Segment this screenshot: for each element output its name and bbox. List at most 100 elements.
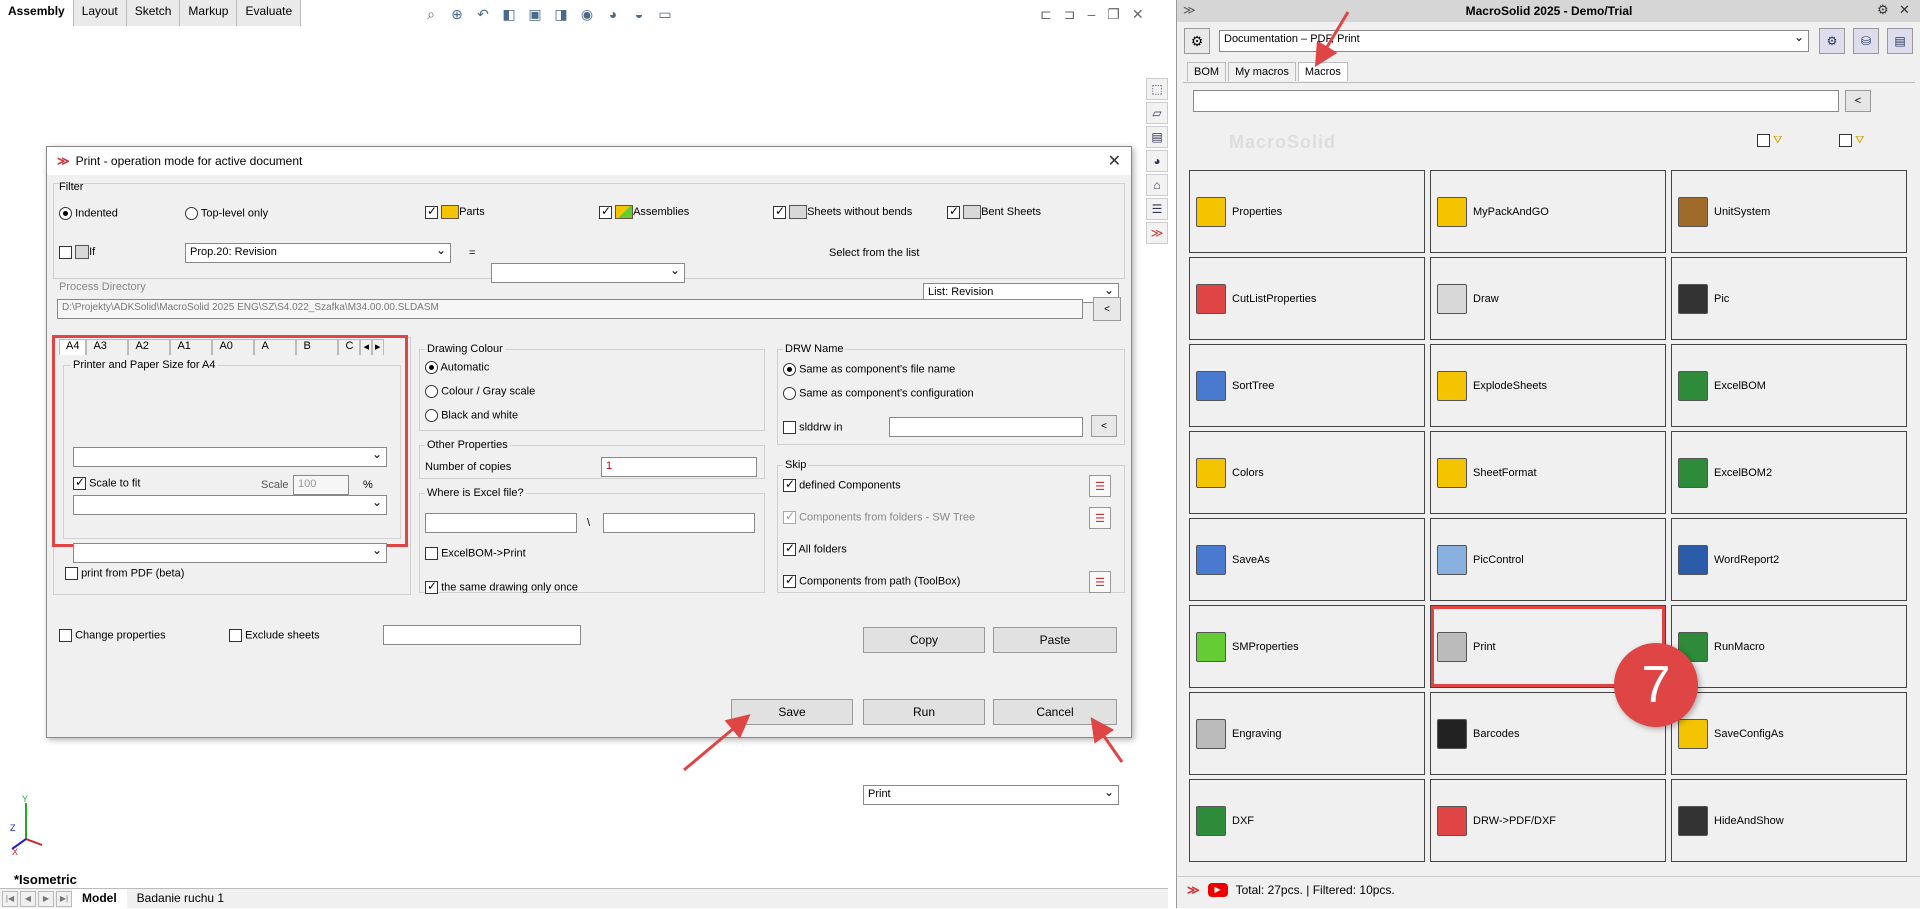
youtube-icon[interactable]: ▶ xyxy=(1207,882,1228,897)
tab-bom[interactable]: BOM xyxy=(1187,62,1227,81)
process-directory-back-button[interactable]: < xyxy=(1093,297,1121,321)
excel-file-field[interactable] xyxy=(603,513,755,533)
clipboard-icon[interactable]: ▤ xyxy=(1887,28,1913,54)
tab-a1[interactable]: A1 xyxy=(170,339,213,355)
exclude-sheets-field[interactable] xyxy=(383,625,581,645)
resources-icon[interactable]: ⬚ xyxy=(1146,78,1168,100)
excel-folder-field[interactable] xyxy=(425,513,577,533)
file-explorer-icon[interactable]: ▤ xyxy=(1146,126,1168,148)
copy-button[interactable]: Copy xyxy=(863,627,985,653)
macro-category-combo[interactable]: Documentation – PDF, Print xyxy=(1219,30,1809,52)
hide-show-icon[interactable]: ◉ xyxy=(576,4,598,24)
section-view-icon[interactable]: ◧ xyxy=(498,4,520,24)
skip-defined-list-icon[interactable]: ☰ xyxy=(1089,475,1111,497)
macro-tile-unitsystem[interactable]: UnitSystem xyxy=(1671,170,1907,253)
database-icon[interactable]: ⛁ xyxy=(1853,28,1879,54)
colour-gray-radio[interactable]: Colour / Gray scale xyxy=(425,385,535,398)
change-properties-checkbox[interactable]: Change properties xyxy=(59,629,166,642)
settings-gear-button[interactable]: ⚙ xyxy=(1184,28,1210,54)
tab-layout[interactable]: Layout xyxy=(73,0,127,26)
nav-next-icon[interactable]: ▶ xyxy=(38,890,54,907)
scene-icon[interactable]: ◒ xyxy=(628,4,650,24)
pane-right-icon[interactable]: ⊐ xyxy=(1064,6,1076,23)
minimize-icon[interactable]: – xyxy=(1087,6,1095,23)
macro-tile-engraving[interactable]: Engraving xyxy=(1189,692,1425,775)
filter-check-2[interactable]: ⛛ xyxy=(1839,134,1864,147)
collapse-panel-icon[interactable]: ≫ xyxy=(1183,3,1196,17)
configurations-icon[interactable]: ⚙ xyxy=(1819,28,1845,54)
printer-combo[interactable] xyxy=(73,447,387,467)
if-checkbox[interactable]: If xyxy=(59,245,95,259)
zoom-area-icon[interactable]: ⊕ xyxy=(446,4,468,24)
macro-search-input[interactable] xyxy=(1193,90,1839,112)
tab-a3[interactable]: A3 xyxy=(86,339,129,355)
skip-path-checkbox[interactable]: Components from path (ToolBox) xyxy=(783,573,960,588)
design-library-icon[interactable]: ▱ xyxy=(1146,102,1168,124)
macro-tile-cutlistproperties[interactable]: CutListProperties xyxy=(1189,257,1425,340)
exclude-sheets-checkbox[interactable]: Exclude sheets xyxy=(229,629,320,642)
dialog-close-button[interactable]: ✕ xyxy=(1108,151,1121,171)
tab-assembly[interactable]: Assembly xyxy=(0,0,74,26)
macro-tile-excelbom[interactable]: ExcelBOM xyxy=(1671,344,1907,427)
macro-tile-wordreport2[interactable]: WordReport2 xyxy=(1671,518,1907,601)
macro-tile-properties[interactable]: Properties xyxy=(1189,170,1425,253)
view-settings-icon[interactable]: ▭ xyxy=(654,4,676,24)
skip-path-list-icon[interactable]: ☰ xyxy=(1089,571,1111,593)
tab-motion-study[interactable]: Badanie ruchu 1 xyxy=(127,889,234,909)
display-style-icon[interactable]: ◨ xyxy=(550,4,572,24)
appearances-icon[interactable]: ◕ xyxy=(1146,150,1168,172)
colour-automatic-radio[interactable]: Automatic xyxy=(425,361,489,374)
skip-defined-checkbox[interactable]: defined Components xyxy=(783,477,901,492)
macro-tile-mypackandgo[interactable]: MyPackAndGO xyxy=(1430,170,1666,253)
appearance-icon[interactable]: ◕ xyxy=(602,4,624,24)
operation-mode-combo[interactable]: Print xyxy=(863,785,1119,805)
process-directory-field[interactable]: D:\Projekty\ADKSolid\MacroSolid 2025 ENG… xyxy=(57,299,1083,319)
macro-tile-dxf[interactable]: DXF xyxy=(1189,779,1425,862)
indented-radio[interactable]: Indented xyxy=(59,207,118,220)
macro-tile-colors[interactable]: Colors xyxy=(1189,431,1425,514)
paste-button[interactable]: Paste xyxy=(993,627,1117,653)
panel-pin-icon[interactable]: ✕ xyxy=(1899,2,1910,18)
paper-orientation-combo[interactable] xyxy=(73,543,387,563)
tab-my-macros[interactable]: My macros xyxy=(1228,62,1296,81)
skip-folders-checkbox[interactable]: Components from folders - SW Tree xyxy=(783,509,975,524)
save-button[interactable]: Save xyxy=(731,699,853,725)
bent-sheets-checkbox[interactable]: Bent Sheets xyxy=(947,204,1041,219)
properties-icon[interactable]: ☰ xyxy=(1146,198,1168,220)
tab-model[interactable]: Model xyxy=(72,888,127,909)
macro-tile-explodesheets[interactable]: ExplodeSheets xyxy=(1430,344,1666,427)
property-combo[interactable]: Prop.20: Revision xyxy=(185,243,451,263)
tab-a4[interactable]: A4 xyxy=(59,339,87,355)
filter-check-1[interactable]: ⛛ xyxy=(1757,134,1782,147)
tab-evaluate[interactable]: Evaluate xyxy=(237,0,302,26)
property-value-combo[interactable] xyxy=(491,263,685,283)
run-button[interactable]: Run xyxy=(863,699,985,725)
drw-same-file-radio[interactable]: Same as component's file name xyxy=(783,363,955,376)
search-back-button[interactable]: < xyxy=(1845,90,1871,112)
previous-view-icon[interactable]: ↶ xyxy=(472,4,494,24)
tab-a0[interactable]: A0 xyxy=(212,339,255,355)
macro-tile-hideandshow[interactable]: HideAndShow xyxy=(1671,779,1907,862)
macro-tile-pic[interactable]: Pic xyxy=(1671,257,1907,340)
tab-sketch[interactable]: Sketch xyxy=(126,0,181,26)
skip-folders-list-icon[interactable]: ☰ xyxy=(1089,507,1111,529)
cancel-button[interactable]: Cancel xyxy=(993,699,1117,725)
close-icon[interactable]: ✕ xyxy=(1132,6,1144,23)
print-from-pdf-checkbox[interactable]: print from PDF (beta) xyxy=(65,567,184,580)
assemblies-checkbox[interactable]: Assemblies xyxy=(599,204,689,219)
macro-tile-saveconfigas[interactable]: SaveConfigAs xyxy=(1671,692,1907,775)
tab-scroll-right-icon[interactable]: ▸ xyxy=(372,339,384,355)
macro-tile-saveas[interactable]: SaveAs xyxy=(1189,518,1425,601)
same-drawing-once-checkbox[interactable]: the same drawing only once xyxy=(425,579,578,594)
tab-b[interactable]: B xyxy=(296,339,339,355)
copies-stepper[interactable]: 1 xyxy=(601,457,757,477)
panel-settings-icon[interactable]: ⚙ xyxy=(1877,2,1889,18)
macrosolid-icon[interactable]: ≫ xyxy=(1146,222,1168,244)
tab-a[interactable]: A xyxy=(254,339,297,355)
colour-bw-radio[interactable]: Black and white xyxy=(425,409,518,422)
tab-a2[interactable]: A2 xyxy=(128,339,171,355)
nav-prev-icon[interactable]: ◀ xyxy=(20,890,36,907)
macro-tile-smproperties[interactable]: SMProperties xyxy=(1189,605,1425,688)
tab-markup[interactable]: Markup xyxy=(180,0,238,26)
tab-c[interactable]: C xyxy=(338,339,361,355)
